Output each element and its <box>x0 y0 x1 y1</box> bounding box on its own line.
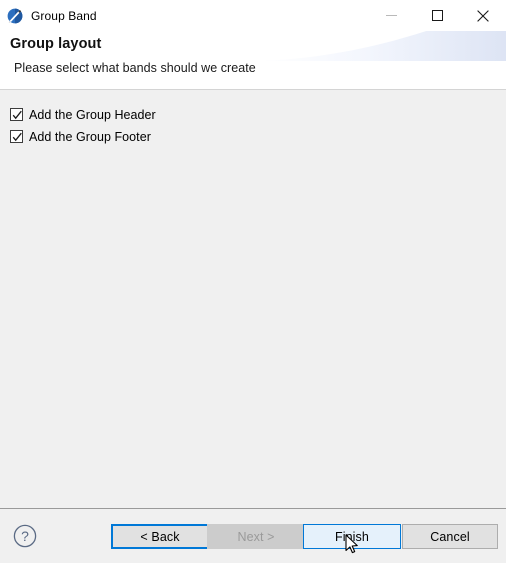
page-title: Group layout <box>10 36 102 52</box>
close-icon <box>477 9 489 22</box>
page-subtitle: Please select what bands should we creat… <box>14 61 256 75</box>
maximize-button[interactable] <box>414 0 460 31</box>
svg-text:?: ? <box>21 528 29 544</box>
option-add-group-footer[interactable]: Add the Group Footer <box>10 126 506 147</box>
option-label: Add the Group Footer <box>29 129 151 144</box>
option-label: Add the Group Header <box>29 107 156 122</box>
back-button[interactable]: < Back <box>111 524 209 549</box>
checkbox-add-group-footer[interactable] <box>10 130 23 143</box>
minimize-icon <box>385 15 397 16</box>
group-band-wizard-window: Group Band Group layout Please select wh… <box>0 0 506 563</box>
wizard-content: Add the Group Header Add the Group Foote… <box>0 90 506 508</box>
option-add-group-header[interactable]: Add the Group Header <box>10 104 506 125</box>
wizard-header: Group layout Please select what bands sh… <box>0 31 506 90</box>
minimize-button[interactable] <box>368 0 414 31</box>
jasper-band-icon <box>7 8 23 23</box>
maximize-icon <box>431 10 443 21</box>
next-button[interactable]: Next > <box>207 524 305 549</box>
window-title: Group Band <box>31 8 97 23</box>
header-accent-swoosh <box>256 31 506 61</box>
cancel-button[interactable]: Cancel <box>402 524 498 549</box>
checkmark-icon <box>12 132 22 142</box>
wizard-button-bar: < Back Next > Finish Cancel <box>0 508 506 563</box>
close-button[interactable] <box>460 0 506 31</box>
title-bar: Group Band <box>0 0 506 31</box>
checkbox-add-group-header[interactable] <box>10 108 23 121</box>
checkmark-icon <box>12 110 22 120</box>
finish-button[interactable]: Finish <box>303 524 401 549</box>
help-icon[interactable]: ? <box>13 524 37 548</box>
